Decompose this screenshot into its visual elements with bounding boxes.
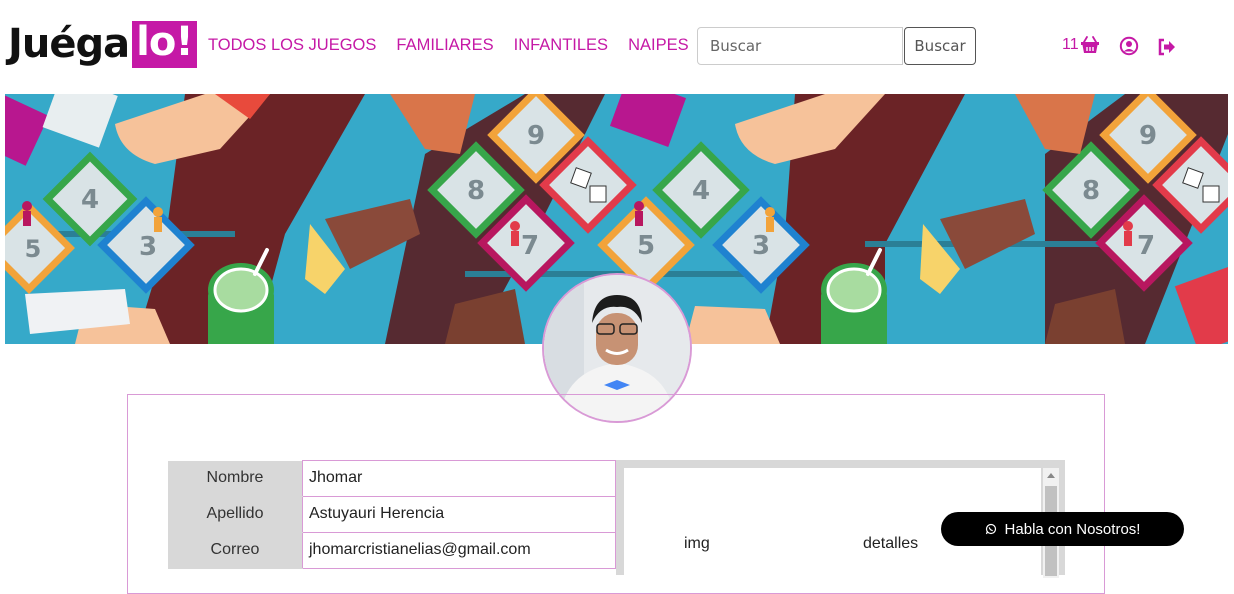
- field-value-correo: jhomarcristianelias@gmail.com: [302, 531, 616, 569]
- profile-info-table: Nombre Jhomar Apellido Astuyauri Herenci…: [168, 460, 616, 569]
- chat-label: Habla con Nosotros!: [1004, 520, 1141, 538]
- svg-text:5: 5: [637, 231, 655, 261]
- svg-text:5: 5: [25, 235, 42, 263]
- nav-link-familiares[interactable]: FAMILIARES: [396, 36, 493, 55]
- table-row: Apellido Astuyauri Herencia: [168, 495, 616, 533]
- svg-text:4: 4: [692, 176, 710, 206]
- svg-text:9: 9: [527, 121, 545, 151]
- navbar: Juéga lo! TODOS LOS JUEGOS FAMILIARES IN…: [0, 0, 1234, 94]
- svg-text:3: 3: [139, 232, 157, 262]
- scroll-up-arrow-icon[interactable]: [1047, 473, 1055, 478]
- user-circle-icon[interactable]: [1119, 36, 1139, 56]
- svg-text:8: 8: [1082, 176, 1100, 206]
- cart-button[interactable]: 11: [1062, 36, 1100, 54]
- nav-link-todos[interactable]: TODOS LOS JUEGOS: [208, 36, 376, 55]
- logo-highlight: lo!: [132, 20, 197, 68]
- sign-out-icon[interactable]: [1157, 37, 1177, 57]
- svg-text:7: 7: [521, 231, 539, 261]
- main-nav: TODOS LOS JUEGOS FAMILIARES INFANTILES N…: [208, 36, 689, 55]
- field-label-apellido: Apellido: [168, 496, 303, 533]
- table-row: Nombre Jhomar: [168, 460, 616, 497]
- svg-text:9: 9: [1139, 121, 1157, 151]
- logo-text: Juéga: [8, 21, 130, 67]
- field-value-nombre: Jhomar: [302, 460, 616, 497]
- table-row: Correo jhomarcristianelias@gmail.com: [168, 531, 616, 569]
- svg-text:7: 7: [1137, 231, 1155, 261]
- cart-count: 11: [1062, 36, 1079, 53]
- svg-text:4: 4: [81, 185, 99, 215]
- svg-text:8: 8: [467, 176, 485, 206]
- orders-column-detalles: detalles: [863, 535, 919, 552]
- nav-link-naipes[interactable]: NAIPES: [628, 36, 689, 55]
- svg-text:3: 3: [752, 231, 770, 261]
- field-value-apellido: Astuyauri Herencia: [302, 495, 616, 533]
- nav-link-infantiles[interactable]: INFANTILES: [514, 36, 608, 55]
- search-input[interactable]: [697, 27, 903, 65]
- field-label-nombre: Nombre: [168, 460, 303, 497]
- whatsapp-chat-button[interactable]: Habla con Nosotros!: [941, 512, 1184, 546]
- search-button[interactable]: Buscar: [904, 27, 976, 65]
- orders-column-img: img: [684, 535, 710, 552]
- basket-icon: [1080, 36, 1099, 53]
- field-label-correo: Correo: [168, 532, 303, 569]
- whatsapp-icon: [985, 523, 996, 535]
- brand-logo[interactable]: Juéga lo!: [8, 18, 197, 70]
